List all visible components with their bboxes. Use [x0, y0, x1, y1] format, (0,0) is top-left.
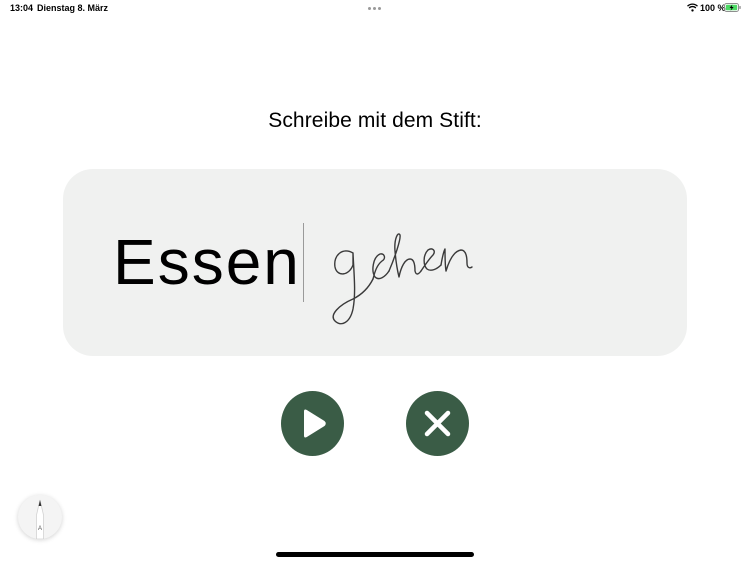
close-button[interactable]	[406, 391, 469, 456]
pencil-tool-widget[interactable]: A	[18, 495, 62, 540]
status-bar: 13:04 Dienstag 8. März 100 %	[0, 0, 750, 18]
prompt-title: Schreibe mit dem Stift:	[268, 109, 482, 132]
writing-panel[interactable]: Essen gehen	[63, 169, 687, 356]
home-indicator[interactable]	[276, 552, 474, 557]
wifi-icon	[687, 3, 698, 12]
battery-charging-icon	[724, 3, 741, 12]
handwritten-input[interactable]: gehen	[329, 231, 499, 331]
battery-percent: 100 %	[700, 3, 726, 13]
status-date: Dienstag 8. März	[37, 3, 109, 13]
multitask-dots-icon[interactable]	[368, 7, 382, 10]
play-icon	[304, 409, 326, 438]
status-time: 13:04	[10, 3, 34, 13]
play-button[interactable]	[281, 391, 344, 456]
pencil-tool-label: A	[38, 526, 42, 532]
target-word: Essen	[113, 226, 301, 298]
close-icon	[424, 410, 451, 437]
text-cursor-divider	[303, 223, 304, 302]
pencil-icon: A	[36, 499, 44, 540]
